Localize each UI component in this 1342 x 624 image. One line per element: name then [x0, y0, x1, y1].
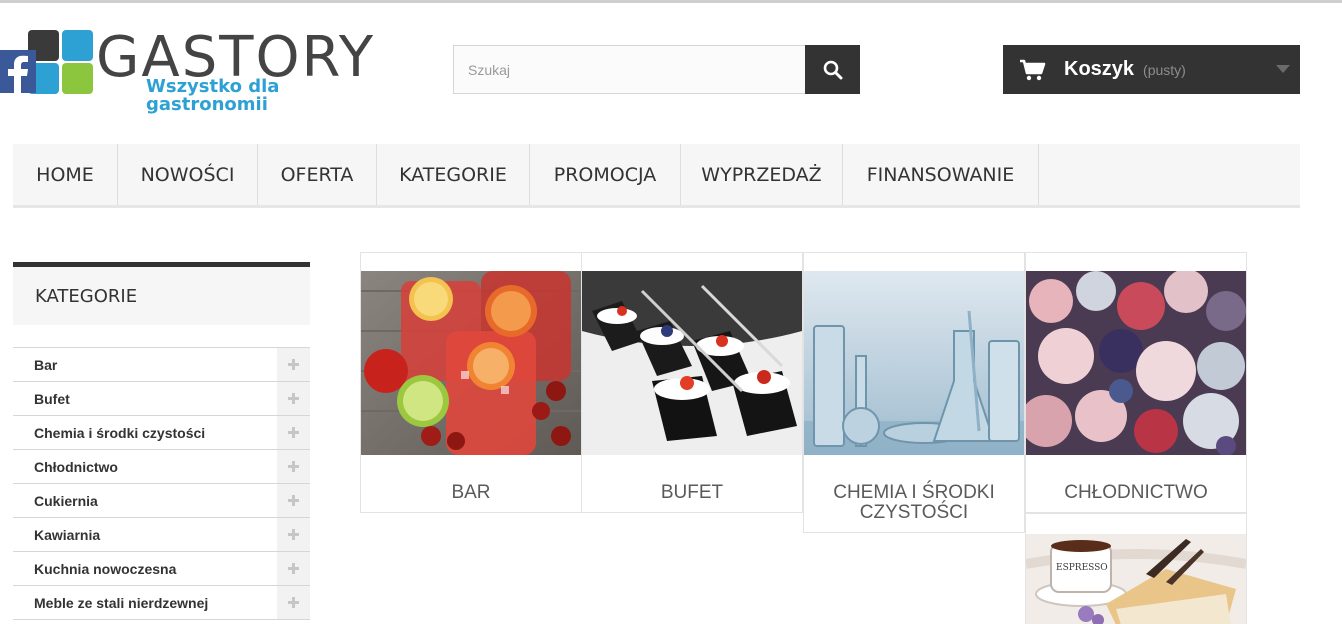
category-list: Bar Bufet Chemia i środki czystości Chło…	[13, 347, 310, 620]
category-label: Chłodnictwo	[34, 458, 118, 475]
cart-icon	[1020, 59, 1046, 80]
expand-plus-icon[interactable]	[277, 586, 310, 619]
category-item[interactable]: Chemia i środki czystości	[13, 416, 310, 450]
category-item[interactable]: Bufet	[13, 382, 310, 416]
site-logo[interactable]: GASTORY Wszystko dla gastronomii	[0, 28, 400, 114]
menu-item-nowosci[interactable]: NOWOŚCI	[118, 144, 258, 205]
category-item[interactable]: Meble ze stali nierdzewnej	[13, 586, 310, 620]
category-tile-bar[interactable]: BAR	[360, 252, 582, 513]
menu-item-promocja[interactable]: PROMOCJA	[530, 144, 681, 205]
categories-heading: KATEGORIE	[13, 262, 310, 325]
tile-label-line1: CHEMIA I ŚRODKI	[833, 482, 995, 503]
cup-label: ESPRESSO	[1056, 563, 1108, 573]
tile-label-line2: CZYSTOŚCI	[859, 502, 969, 523]
category-label: Bar	[34, 356, 58, 373]
category-tile-bufet[interactable]: BUFET	[581, 252, 803, 513]
search-input[interactable]	[454, 46, 805, 93]
tile-label: CHŁODNICTWO	[1064, 482, 1208, 503]
facebook-icon[interactable]	[0, 50, 36, 93]
menu-item-finansowanie[interactable]: FINANSOWANIE	[843, 144, 1039, 205]
kawiarnia-image: ESPRESSO	[1026, 534, 1246, 624]
expand-plus-icon[interactable]	[277, 450, 310, 483]
expand-plus-icon[interactable]	[277, 518, 310, 551]
expand-plus-icon[interactable]	[277, 552, 310, 585]
main-menu: HOME NOWOŚCI OFERTA KATEGORIE PROMOCJA W…	[13, 144, 1300, 208]
tile-label: BUFET	[660, 482, 724, 503]
expand-plus-icon[interactable]	[277, 484, 310, 517]
tile-label: BAR	[451, 482, 491, 503]
chlodnictwo-image	[1026, 271, 1246, 455]
cart-button[interactable]: Koszyk (pusty)	[1003, 45, 1300, 94]
bar-image	[361, 271, 581, 455]
category-item[interactable]: Kawiarnia	[13, 518, 310, 552]
menu-item-home[interactable]: HOME	[13, 144, 118, 205]
category-tile-chlodnictwo[interactable]: CHŁODNICTWO	[1025, 252, 1247, 513]
chemia-image	[804, 271, 1024, 455]
menu-item-wyprzedaz[interactable]: WYPRZEDAŻ	[681, 144, 843, 205]
menu-item-kategorie[interactable]: KATEGORIE	[377, 144, 530, 205]
cart-dropdown-caret-icon[interactable]	[1276, 65, 1290, 73]
category-label: Kuchnia nowoczesna	[34, 560, 177, 577]
category-item[interactable]: Chłodnictwo	[13, 450, 310, 484]
cart-status: (pusty)	[1143, 61, 1186, 78]
category-label: Meble ze stali nierdzewnej	[34, 594, 209, 611]
expand-plus-icon[interactable]	[277, 348, 310, 381]
category-item[interactable]: Cukiernia	[13, 484, 310, 518]
menu-item-oferta[interactable]: OFERTA	[258, 144, 377, 205]
cart-label: Koszyk	[1064, 58, 1135, 80]
search-icon	[823, 60, 842, 79]
bufet-image	[582, 271, 802, 455]
category-label: Bufet	[34, 390, 70, 407]
expand-plus-icon[interactable]	[277, 382, 310, 415]
category-item[interactable]: Bar	[13, 348, 310, 382]
logo-tagline: Wszystko dla gastronomii	[146, 76, 280, 115]
category-label: Cukiernia	[34, 492, 98, 509]
search-button[interactable]	[805, 45, 860, 94]
category-label: Kawiarnia	[34, 526, 101, 543]
category-label: Chemia i środki czystości	[34, 424, 206, 441]
category-tile-chemia[interactable]: CHEMIA I ŚRODKI CZYSTOŚCI	[803, 252, 1025, 533]
search-bar	[453, 45, 860, 94]
category-item[interactable]: Kuchnia nowoczesna	[13, 552, 310, 586]
expand-plus-icon[interactable]	[277, 416, 310, 449]
top-border	[0, 0, 1342, 3]
category-tile-kawiarnia[interactable]: ESPRESSO	[1025, 513, 1247, 624]
